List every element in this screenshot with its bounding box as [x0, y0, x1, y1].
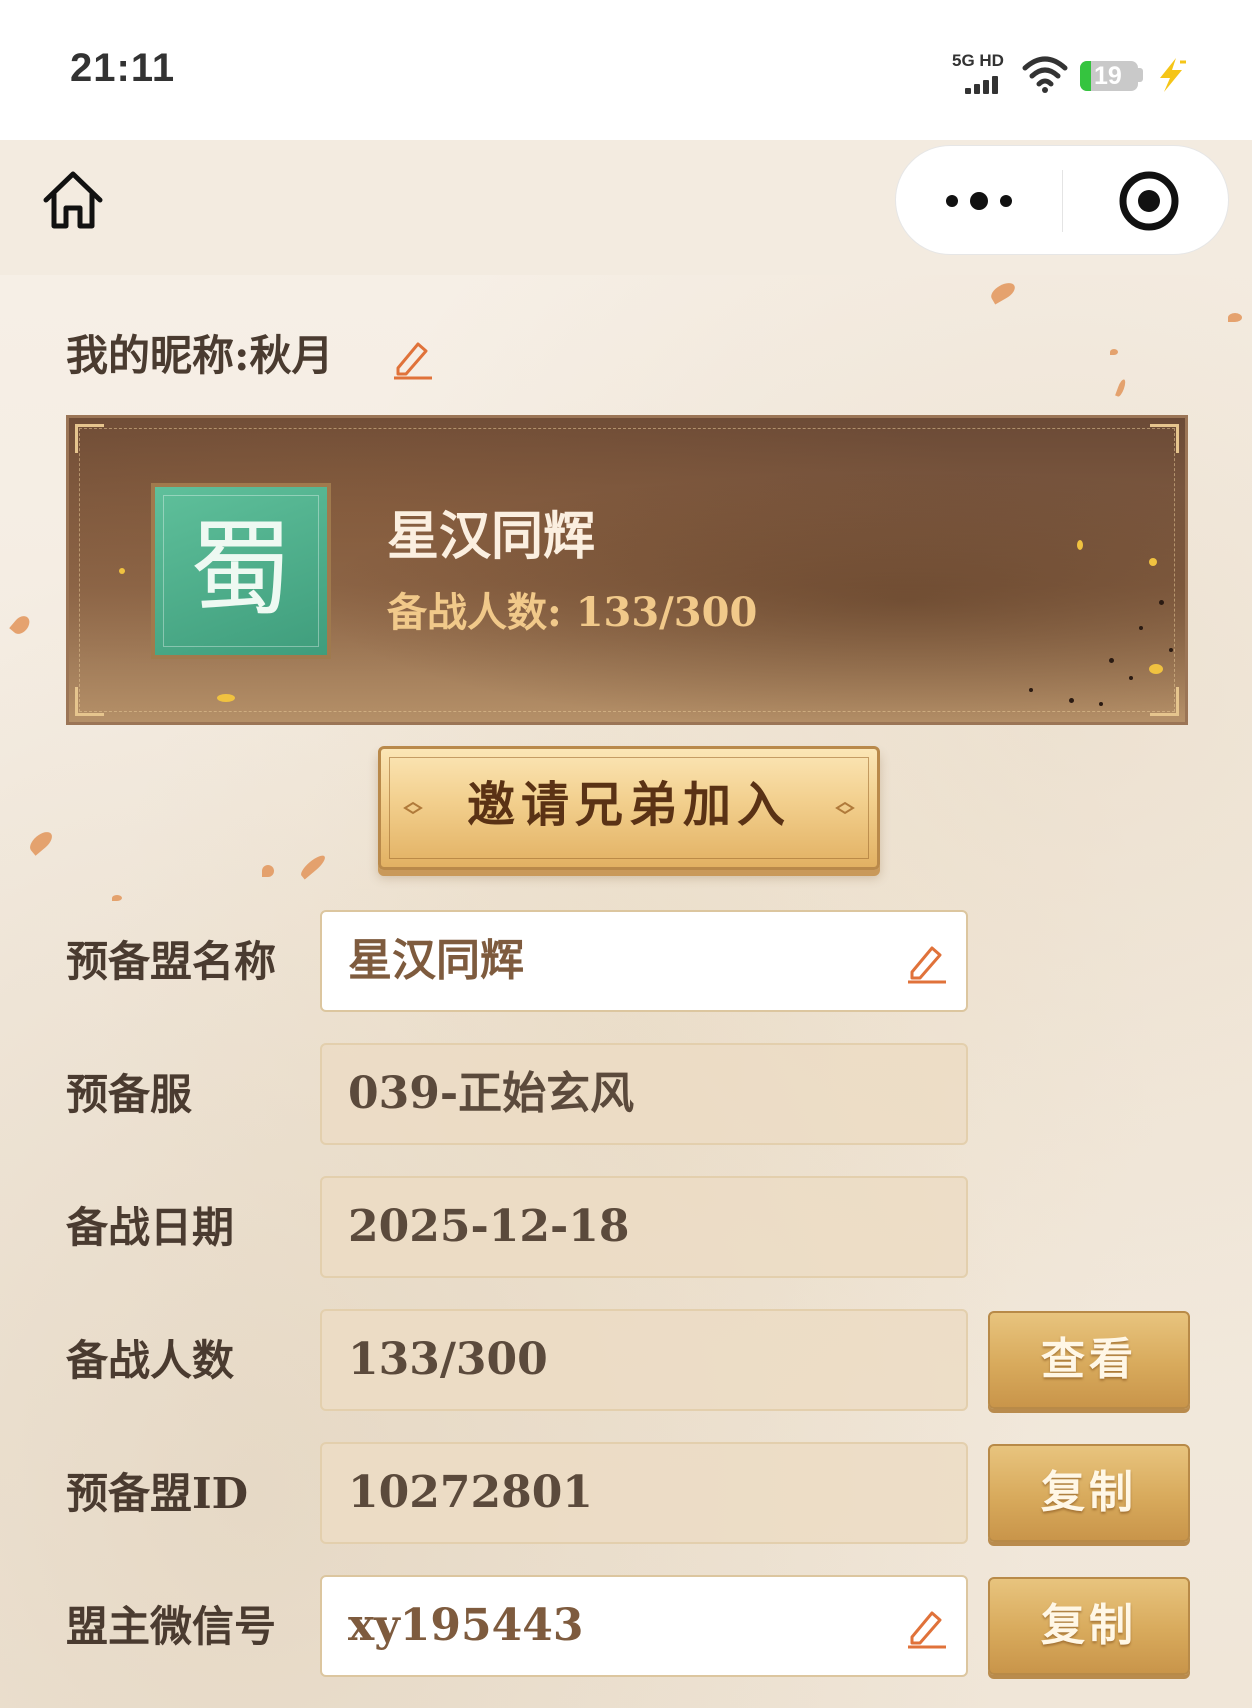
- copy-wechat-label: 复制: [1041, 1600, 1137, 1651]
- server-field: 039-正始玄风: [320, 1043, 968, 1145]
- alliance-card: 蜀 星汉同辉 备战人数: 133/300: [66, 415, 1188, 725]
- target-icon[interactable]: [1118, 170, 1180, 232]
- alliance-id-field: 10272801: [320, 1442, 968, 1544]
- wifi-icon: [1022, 56, 1068, 93]
- form-label-count: 备战人数: [66, 1336, 235, 1385]
- alliance-name: 星汉同辉: [387, 506, 596, 567]
- signal-icon: [965, 74, 1007, 94]
- form-label-wechat: 盟主微信号: [66, 1602, 277, 1651]
- alliance-count: 备战人数: 133/300: [387, 589, 758, 636]
- copy-id-button[interactable]: 复制: [988, 1444, 1190, 1542]
- alliance-name-value: 星汉同辉: [348, 935, 524, 986]
- edit-nickname-icon[interactable]: [390, 336, 434, 380]
- copy-id-label: 复制: [1041, 1467, 1137, 1518]
- date-field: 2025-12-18: [320, 1176, 968, 1278]
- faction-emblem: 蜀: [151, 483, 331, 659]
- date-value: 2025-12-18: [348, 1201, 630, 1252]
- battery-icon: 19: [1080, 61, 1138, 91]
- wechat-value: xy195443: [348, 1600, 584, 1651]
- alliance-name-input[interactable]: 星汉同辉: [320, 910, 968, 1012]
- edit-alliance-name-icon[interactable]: [904, 940, 948, 984]
- form-label-alliance-name: 预备盟名称: [66, 937, 277, 986]
- invite-button[interactable]: 邀请兄弟加入: [378, 746, 880, 870]
- nickname-row: 我的昵称:秋月: [66, 330, 334, 382]
- battery-level: 19: [1094, 62, 1122, 90]
- status-bar: 21:11 5G HD 19: [0, 0, 1252, 140]
- form-label-alliance-id: 预备盟ID: [66, 1469, 249, 1518]
- emblem-char: 蜀: [188, 508, 293, 630]
- view-members-label: 查看: [1041, 1334, 1137, 1385]
- nickname-label: 我的昵称:: [66, 331, 250, 380]
- view-members-button[interactable]: 查看: [988, 1311, 1190, 1409]
- form-label-date: 备战日期: [66, 1203, 235, 1252]
- server-value: 039-正始玄风: [348, 1068, 635, 1119]
- battery-cap: [1138, 68, 1143, 82]
- home-icon[interactable]: [40, 168, 106, 234]
- capsule-divider: [1062, 170, 1063, 232]
- edit-wechat-icon[interactable]: [904, 1605, 948, 1649]
- status-time: 21:11: [70, 46, 176, 90]
- count-value: 133/300: [348, 1334, 548, 1385]
- form-label-server: 预备服: [66, 1070, 193, 1119]
- mini-program-capsule: [895, 145, 1229, 255]
- count-field: 133/300: [320, 1309, 968, 1411]
- copy-wechat-button[interactable]: 复制: [988, 1577, 1190, 1675]
- wechat-input[interactable]: xy195443: [320, 1575, 968, 1677]
- charging-icon: [1160, 58, 1186, 92]
- invite-button-label: 邀请兄弟加入: [466, 777, 791, 833]
- alliance-id-value: 10272801: [348, 1467, 593, 1518]
- network-label: 5G HD: [952, 51, 1004, 70]
- nickname-value: 秋月: [249, 331, 334, 380]
- more-icon[interactable]: [944, 188, 1014, 214]
